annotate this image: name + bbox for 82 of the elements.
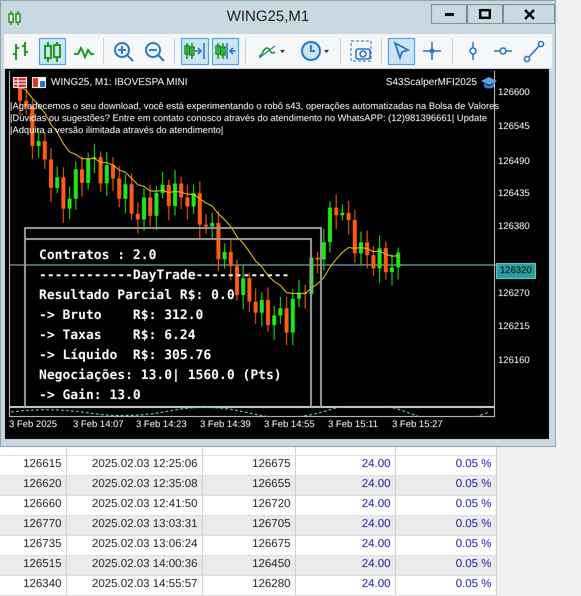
table-cell: 126515 (0, 555, 66, 575)
price-label: 126545 (498, 120, 530, 134)
table-cell: 2025.02.03 13:06:24 (66, 535, 202, 555)
info-text: Resultado Parcial R$: 0.0 (39, 289, 236, 303)
info-text: Negociações: 13.0| 1560.0 (Pts) (39, 369, 283, 383)
symbol-label: WING25, M1: IBOVESPA MINI (51, 76, 188, 90)
table-cell: 126735 (0, 535, 66, 555)
time-label: 3 Feb 15:27 (392, 418, 443, 432)
time-label: 3 Feb 14:23 (136, 418, 187, 432)
table-cell: 2025.02.03 12:25:06 (66, 455, 202, 475)
table-cell: 2025.02.03 12:41:50 (66, 495, 202, 515)
expert-name: S43ScalperMFI2025 (386, 76, 477, 90)
vertical-line-icon (468, 41, 477, 61)
table-cell: 126660 (0, 495, 66, 515)
price-label: 126270 (498, 287, 530, 301)
table-cell: 0.05 % (395, 575, 496, 595)
table-cell: 24.00 (295, 455, 395, 475)
table-cell: 126620 (0, 475, 66, 495)
minimize-icon (444, 12, 454, 16)
toolbar-button[interactable] (212, 38, 240, 64)
table-cell: 2025.02.03 13:03:31 (66, 515, 202, 535)
camera-icon (350, 40, 373, 62)
table-cell: 24.00 (295, 515, 395, 535)
table-cell: 2025.02.03 14:55:57 (66, 575, 202, 595)
table-cell: 126280 (202, 575, 295, 595)
table-cell: 126720 (202, 495, 295, 515)
info-text: -> Taxas R$: 6.24 (39, 329, 197, 343)
table-cell: 0.05 % (395, 455, 496, 475)
time-label: 3 Feb 14:39 (200, 418, 251, 432)
window-title: WING25,M1 (226, 7, 310, 28)
time-label: 3 Feb 2025 (9, 418, 58, 432)
table-cell: 2025.02.03 14:00:36 (66, 555, 202, 575)
table-cell: 0.05 % (395, 475, 496, 495)
current-price-label: 126320 (496, 263, 536, 280)
table-cell: 126675 (202, 535, 295, 555)
maximize-button[interactable] (467, 4, 503, 24)
info-text: -> Gain: 13.0 (39, 389, 142, 403)
close-icon (524, 8, 534, 20)
table-cell: 126615 (0, 455, 66, 475)
price-label: 126215 (498, 320, 530, 334)
table-cell: 126770 (0, 515, 66, 535)
price-label: 126160 (498, 354, 530, 368)
close-button[interactable] (503, 4, 555, 24)
table-cell: 126340 (0, 575, 66, 595)
time-label: 3 Feb 15:11 (328, 418, 378, 432)
table-cell: 0.05 % (395, 495, 496, 515)
app-icon (8, 10, 22, 26)
table-cell: 0.05 % (395, 515, 496, 535)
info-text: -> Bruto R$: 312.0 (39, 309, 204, 323)
table-cell: 126705 (202, 515, 295, 535)
table-cell: 24.00 (295, 535, 395, 555)
graduation-cap-icon (481, 76, 497, 88)
table-cell: 2025.02.03 12:35:08 (66, 475, 202, 495)
table-cell: 24.00 (295, 495, 395, 515)
minimize-button[interactable] (431, 4, 467, 24)
info-text: -> Líquido R$: 305.76 (39, 349, 212, 363)
time-label: 3 Feb 14:07 (73, 418, 124, 432)
clock-icon (300, 40, 330, 62)
price-label: 126490 (498, 155, 530, 169)
table-cell: 126655 (202, 475, 295, 495)
toolbar-button[interactable] (38, 38, 66, 64)
price-label: 126600 (498, 86, 530, 100)
price-label: 126380 (498, 220, 530, 234)
toolbar-button[interactable] (388, 38, 416, 64)
table-cell: 24.00 (295, 575, 395, 595)
time-label: 3 Feb 14:55 (264, 418, 315, 432)
chart-icon (32, 77, 46, 88)
trend-line-icon (522, 40, 546, 62)
table-icon (13, 77, 27, 88)
table-cell: 126450 (202, 555, 295, 575)
zoom-out-icon (142, 40, 166, 62)
toolbar-button[interactable] (181, 38, 209, 64)
table-cell: 0.05 % (395, 555, 496, 575)
table-cell: 0.05 % (395, 535, 496, 555)
zoom-in-icon (112, 40, 136, 62)
info-text: Contratos : 2.0 (39, 249, 158, 263)
price-label: 126435 (498, 187, 530, 201)
maximize-icon (479, 9, 491, 19)
table-cell: 24.00 (295, 555, 395, 575)
table-cell: 126675 (202, 455, 295, 475)
crosshair-icon (420, 40, 444, 62)
table-cell: 24.00 (295, 475, 395, 495)
